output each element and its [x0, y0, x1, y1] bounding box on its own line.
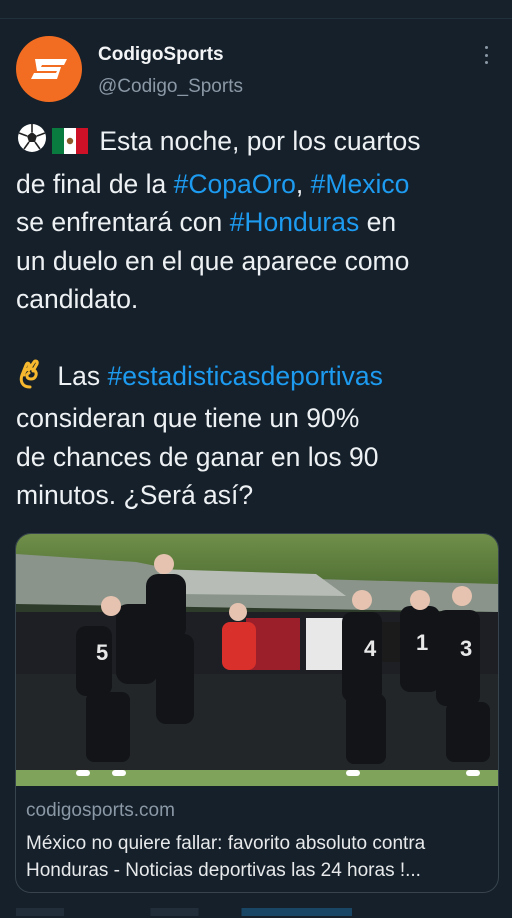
top-status-bar — [0, 0, 512, 19]
tweet-text-segment: un duelo en el que aparece como — [16, 245, 410, 276]
tweet-text: Esta noche, por los cuartos de final de … — [16, 122, 500, 515]
tweet-paragraph-1: Esta noche, por los cuartos de final de … — [16, 122, 500, 319]
card-title-line: Honduras - Noticias deportivas las 24 ho… — [26, 860, 421, 881]
tweet-text-segment: de chances de ganar en los 90 — [16, 441, 379, 472]
soccer-ball-icon — [16, 122, 48, 165]
ok-hand-icon — [16, 357, 46, 400]
account-handle[interactable]: @Codigo_Sports — [98, 76, 243, 98]
tweet-text-segment: consideran que tiene un 90% — [16, 403, 360, 433]
tweet-text-segment: candidato. — [16, 284, 139, 314]
tweet-text-segment: minutos. ¿Será así? — [16, 480, 254, 510]
tweet-text-segment: , — [295, 168, 311, 199]
jersey-number: 3 — [460, 636, 472, 661]
mexico-flag-icon — [52, 126, 88, 165]
tweet-text-segment: se enfrentará con — [16, 207, 230, 237]
codigosports-logo-icon — [31, 59, 67, 79]
tweet-metadata-cropped — [0, 905, 512, 918]
card-image-soccer-players[interactable]: 5 4 1 3 — [16, 534, 498, 786]
jersey-number: 1 — [416, 630, 428, 655]
tweet-paragraph-2: Las #estadisticasdeportivas consideran q… — [16, 357, 500, 515]
tweet-text-segment: Esta noche, por los cuartos — [99, 126, 421, 156]
hashtag-mexico[interactable]: #Mexico — [311, 169, 410, 199]
hashtag-honduras[interactable]: #Honduras — [230, 207, 360, 237]
jersey-number: 5 — [96, 640, 108, 665]
hashtag-copaoro[interactable]: #CopaOro — [174, 169, 296, 199]
account-name[interactable]: CodigoSports — [98, 44, 224, 66]
tweet-text-segment: de final de la — [16, 168, 174, 199]
card-title[interactable]: México no quiere fallar: favorito absolu… — [26, 830, 491, 884]
more-options-icon[interactable] — [480, 44, 492, 66]
jersey-number: 4 — [364, 636, 377, 661]
tweet-text-segment: en — [359, 207, 397, 237]
link-card[interactable]: 5 4 1 3 codigosports.com México no quier… — [15, 533, 499, 893]
card-title-line: México no quiere fallar: favorito absolu… — [26, 833, 426, 854]
hashtag-estadisticasdeportivas[interactable]: #estadisticasdeportivas — [107, 361, 382, 391]
card-domain[interactable]: codigosports.com — [26, 800, 175, 822]
tweet-text-segment: Las — [57, 360, 108, 391]
avatar[interactable] — [16, 36, 82, 102]
